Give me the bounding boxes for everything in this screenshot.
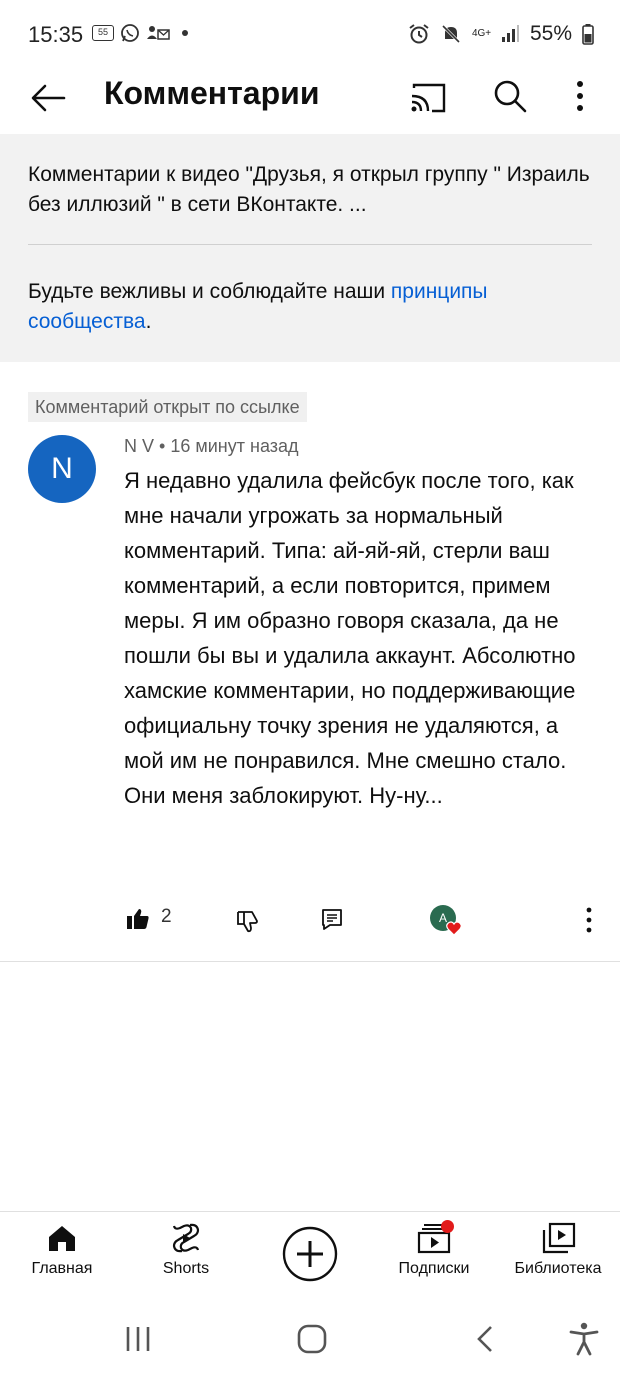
status-time: 15:35	[28, 22, 84, 47]
nav-shorts-label: Shorts	[162, 1260, 210, 1277]
nav-library-label: Библиотека	[514, 1260, 602, 1277]
comment-more-icon[interactable]	[584, 906, 594, 934]
meta-separator: •	[159, 436, 166, 456]
nav-library[interactable]: Библиотека	[498, 1222, 618, 1278]
library-icon	[542, 1222, 576, 1254]
whatsapp-icon	[121, 24, 139, 42]
signal-icon	[501, 25, 519, 42]
home-button-icon[interactable]	[294, 1321, 330, 1357]
comment-meta: N V • 16 минут назад	[124, 436, 299, 457]
network-type: 4G+	[471, 28, 492, 39]
back-arrow-icon[interactable]	[28, 78, 68, 118]
shorts-icon	[172, 1223, 200, 1253]
nav-shorts[interactable]: Shorts	[126, 1222, 246, 1278]
recent-apps-icon[interactable]	[120, 1321, 156, 1357]
comment-time: 16 минут назад	[170, 436, 299, 456]
alarm-icon	[409, 24, 429, 44]
cast-icon[interactable]	[408, 78, 448, 118]
reply-icon[interactable]	[320, 907, 344, 931]
comment-text: Я недавно удалила фейсбук после того, ка…	[124, 468, 576, 808]
search-icon[interactable]	[490, 76, 530, 116]
notification-box-icon: 55	[92, 25, 114, 41]
contacts-mail-icon	[147, 26, 170, 40]
comment-divider	[0, 961, 620, 962]
more-notifications-dot-icon	[182, 30, 188, 36]
mute-icon	[441, 24, 461, 44]
like-icon[interactable]	[126, 907, 150, 931]
comments-info-panel: Комментарии к видео "Друзья, я открыл гр…	[0, 134, 620, 362]
status-system-icons: 4G+ 55%	[408, 22, 594, 46]
accessibility-icon[interactable]	[566, 1321, 602, 1357]
nav-home[interactable]: Главная	[2, 1222, 122, 1278]
info-divider	[28, 244, 592, 245]
create-icon[interactable]	[282, 1226, 338, 1282]
subscriptions-badge	[441, 1220, 454, 1233]
system-navigation-bar	[0, 1303, 620, 1376]
bottom-navigation: Главная Shorts Подписки Библиотека	[0, 1211, 620, 1303]
dislike-icon[interactable]	[236, 909, 260, 933]
status-bar: 15:35 55 4G+ 55%	[0, 0, 620, 66]
battery-percent: 55%	[529, 22, 572, 45]
community-rules-text: Будьте вежливы и соблюдайте наши принцип…	[28, 277, 598, 337]
battery-icon	[582, 24, 594, 45]
comment-actions: 2 A	[0, 900, 620, 940]
nav-subscriptions[interactable]: Подписки	[374, 1220, 494, 1278]
nav-subscriptions-label: Подписки	[398, 1260, 470, 1277]
home-icon	[49, 1226, 75, 1251]
comment-author[interactable]: N V	[124, 436, 154, 456]
page-title: Комментарии	[104, 75, 320, 111]
avatar[interactable]: N	[28, 435, 96, 503]
status-notification-icons: 55	[92, 23, 188, 43]
heart-icon	[446, 921, 462, 936]
back-button-icon[interactable]	[468, 1321, 504, 1357]
rules-suffix: .	[145, 310, 152, 333]
nav-home-label: Главная	[31, 1260, 93, 1277]
like-count: 2	[161, 906, 172, 927]
video-description[interactable]: Комментарии к видео "Друзья, я открыл гр…	[28, 160, 598, 220]
app-bar: Комментарии	[0, 66, 620, 132]
rules-prefix: Будьте вежливы и соблюдайте наши	[28, 280, 391, 303]
more-vert-icon[interactable]	[568, 76, 592, 116]
screen: 15:35 55 4G+ 55% Комментарии Комментарии…	[0, 0, 620, 1376]
highlighted-comment-chip: Комментарий открыт по ссылке	[28, 392, 307, 422]
